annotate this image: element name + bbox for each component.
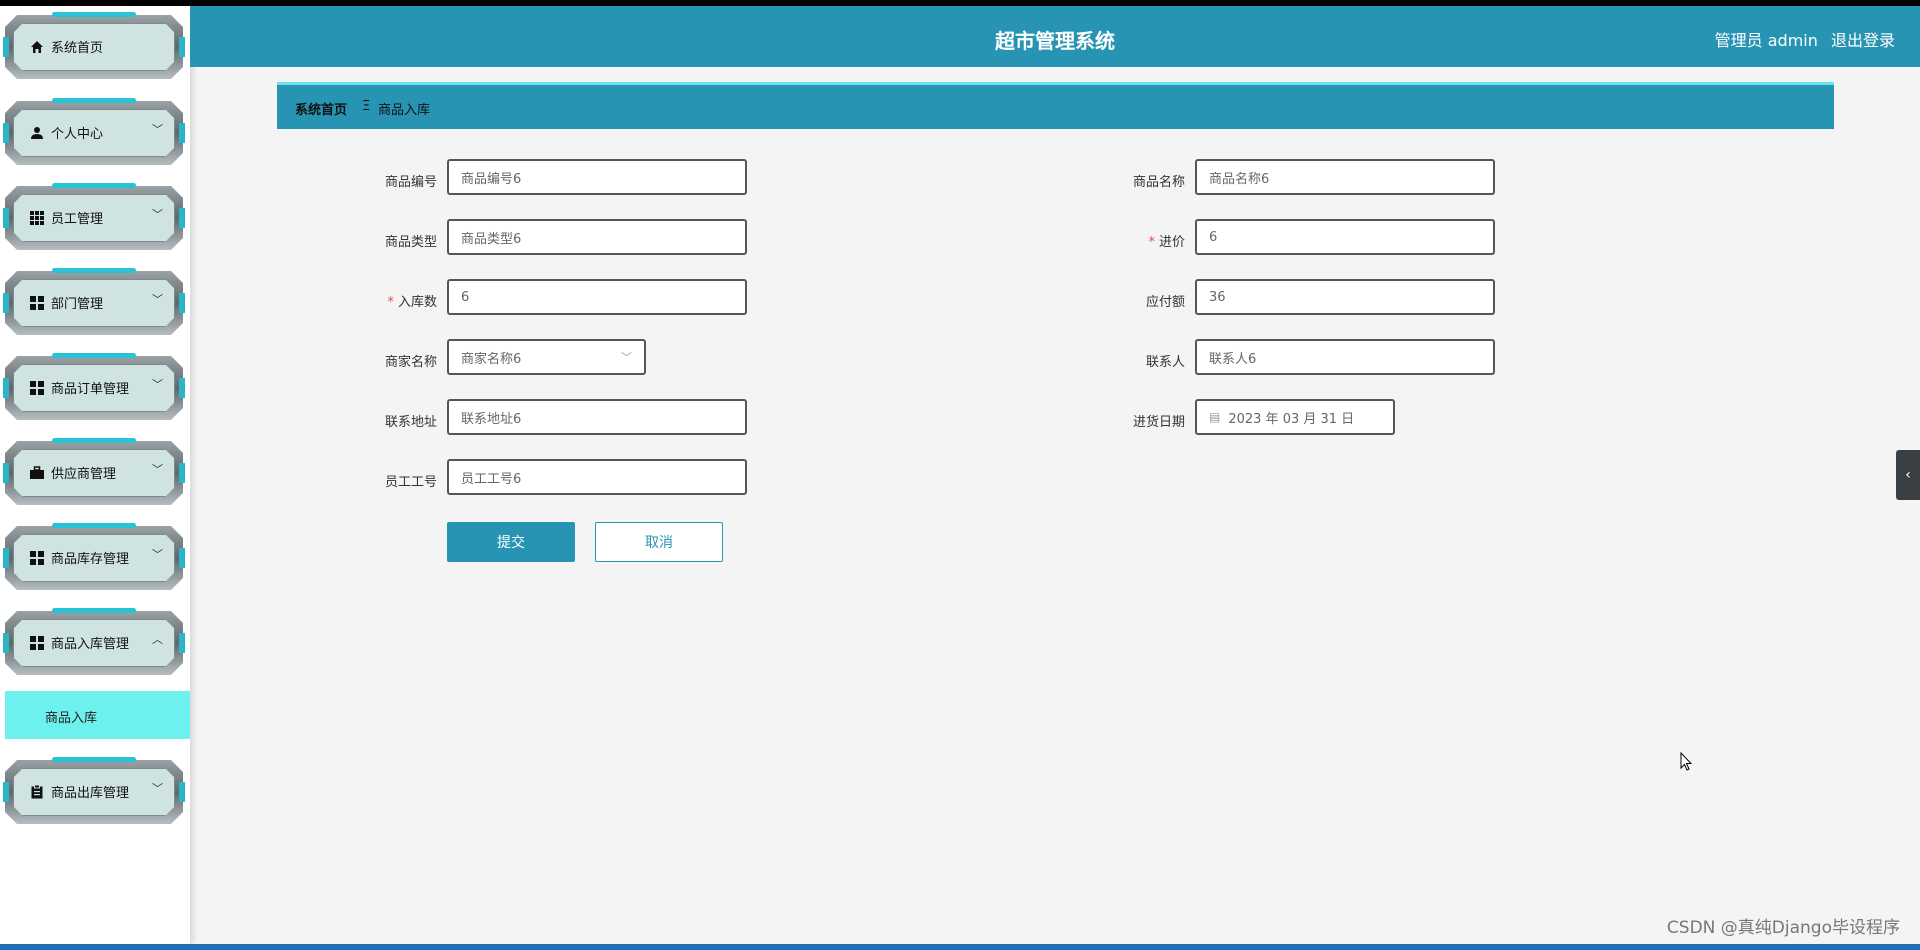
sidebar-item-label: 系统首页 bbox=[51, 41, 104, 56]
grid-icon bbox=[29, 295, 45, 311]
breadcrumb-current: 商品入库 bbox=[378, 103, 431, 118]
chevron-down-icon: ﹀ bbox=[152, 548, 163, 561]
header-user-area: 管理员 admin 退出登录 bbox=[1707, 27, 1895, 51]
submenu-item-stock-in[interactable]: 商品入库 bbox=[5, 691, 190, 739]
bottom-bar bbox=[0, 944, 1920, 950]
chevron-down-icon: ﹀ bbox=[152, 378, 163, 391]
stock-in-qty-label: * 入库数 bbox=[387, 295, 437, 310]
user-icon bbox=[29, 125, 45, 141]
chevron-left-icon: ‹ bbox=[1905, 467, 1911, 483]
sidebar-item-label: 商品库存管理 bbox=[51, 552, 130, 567]
required-mark: * bbox=[1148, 235, 1155, 250]
home-icon bbox=[29, 39, 45, 55]
sidebar-item-label: 商品入库管理 bbox=[51, 637, 130, 652]
amount-payable-label: 应付额 bbox=[1145, 295, 1185, 310]
contact-person-input[interactable]: 联系人6 bbox=[1195, 339, 1495, 375]
purchase-date-value: 2023 年 03 月 31 日 bbox=[1228, 411, 1355, 427]
contact-address-label: 联系地址 bbox=[384, 415, 437, 430]
chevron-down-icon: ﹀ bbox=[152, 208, 163, 221]
employee-id-label: 员工工号 bbox=[384, 475, 437, 490]
sidebar-item-label: 商品订单管理 bbox=[51, 382, 130, 397]
cancel-button[interactable]: 取消 bbox=[595, 522, 723, 562]
calendar-icon: ▤ bbox=[1209, 410, 1221, 424]
grid-icon bbox=[29, 210, 45, 226]
collapse-panel-toggle[interactable]: ‹ bbox=[1896, 450, 1920, 500]
mouse-cursor-icon bbox=[1680, 752, 1692, 771]
employee-id-input[interactable]: 员工工号6 bbox=[447, 459, 747, 495]
watermark-text: CSDN @真纯Django毕设程序 bbox=[1666, 918, 1900, 938]
sidebar-item-personal-center[interactable]: 个人中心 ﹀ bbox=[3, 98, 185, 165]
breadcrumb: 系统首页 Ξ 商品入库 bbox=[277, 82, 1834, 129]
merchant-name-select[interactable]: 商家名称6 ﹀ bbox=[447, 339, 646, 375]
sidebar-item-label: 个人中心 bbox=[51, 127, 104, 142]
sidebar-item-department[interactable]: 部门管理 ﹀ bbox=[3, 268, 185, 335]
grid-icon bbox=[29, 635, 45, 651]
sidebar-item-label: 员工管理 bbox=[51, 212, 104, 227]
admin-user-label[interactable]: 管理员 admin bbox=[1715, 31, 1818, 50]
submenu-item-label: 商品入库 bbox=[45, 711, 98, 726]
product-code-input[interactable]: 商品编号6 bbox=[447, 159, 747, 195]
sidebar-item-label: 商品出库管理 bbox=[51, 786, 130, 801]
sidebar-item-label: 供应商管理 bbox=[51, 467, 117, 482]
logout-link[interactable]: 退出登录 bbox=[1831, 31, 1895, 50]
purchase-date-picker[interactable]: ▤ 2023 年 03 月 31 日 bbox=[1195, 399, 1395, 435]
merchant-name-selected: 商家名称6 bbox=[461, 351, 522, 367]
product-name-input[interactable]: 商品名称6 bbox=[1195, 159, 1495, 195]
required-mark: * bbox=[387, 295, 394, 310]
sidebar-item-inventory[interactable]: 商品库存管理 ﹀ bbox=[3, 523, 185, 590]
sidebar-item-staff[interactable]: 员工管理 ﹀ bbox=[3, 183, 185, 250]
purchase-date-label: 进货日期 bbox=[1132, 415, 1185, 430]
product-name-label: 商品名称 bbox=[1132, 175, 1185, 190]
sidebar-item-home[interactable]: 系统首页 bbox=[3, 12, 185, 79]
contact-address-input[interactable]: 联系地址6 bbox=[447, 399, 747, 435]
stock-in-qty-input[interactable]: 6 bbox=[447, 279, 747, 315]
product-code-label: 商品编号 bbox=[384, 175, 437, 190]
chevron-down-icon: ﹀ bbox=[152, 293, 163, 306]
merchant-name-label: 商家名称 bbox=[384, 355, 437, 370]
submit-button[interactable]: 提交 bbox=[447, 522, 575, 562]
chevron-down-icon: ﹀ bbox=[621, 351, 632, 364]
chevron-down-icon: ﹀ bbox=[152, 123, 163, 136]
purchase-price-input[interactable]: 6 bbox=[1195, 219, 1495, 255]
sidebar-item-suppliers[interactable]: 供应商管理 ﹀ bbox=[3, 438, 185, 505]
chevron-down-icon: ﹀ bbox=[152, 782, 163, 795]
grid-icon bbox=[29, 550, 45, 566]
amount-payable-input[interactable]: 36 bbox=[1195, 279, 1495, 315]
sidebar: 系统首页 个人中心 ﹀ 员工管理 ﹀ 部门管理 ﹀ 商品订单管理 ﹀ 供应商管理… bbox=[0, 6, 191, 944]
product-type-label: 商品类型 bbox=[384, 235, 437, 250]
sidebar-item-orders[interactable]: 商品订单管理 ﹀ bbox=[3, 353, 185, 420]
contact-person-label: 联系人 bbox=[1145, 355, 1185, 370]
product-type-input[interactable]: 商品类型6 bbox=[447, 219, 747, 255]
chevron-up-icon: ︿ bbox=[152, 633, 163, 646]
sidebar-item-stock-in[interactable]: 商品入库管理 ︿ bbox=[3, 608, 185, 675]
breadcrumb-separator: Ξ bbox=[362, 99, 371, 114]
briefcase-icon bbox=[29, 465, 45, 481]
sidebar-item-stock-out[interactable]: 商品出库管理 ﹀ bbox=[3, 757, 185, 824]
clipboard-icon bbox=[29, 784, 45, 800]
app-screen: 系统首页 个人中心 ﹀ 员工管理 ﹀ 部门管理 ﹀ 商品订单管理 ﹀ 供应商管理… bbox=[0, 6, 1920, 944]
grid-icon bbox=[29, 380, 45, 396]
breadcrumb-home[interactable]: 系统首页 bbox=[295, 99, 347, 118]
app-title: 超市管理系统 bbox=[995, 29, 1115, 53]
chevron-down-icon: ﹀ bbox=[152, 463, 163, 476]
sidebar-item-label: 部门管理 bbox=[51, 297, 104, 312]
purchase-price-label: * 进价 bbox=[1148, 235, 1185, 250]
top-header: 超市管理系统 管理员 admin 退出登录 bbox=[190, 6, 1920, 67]
